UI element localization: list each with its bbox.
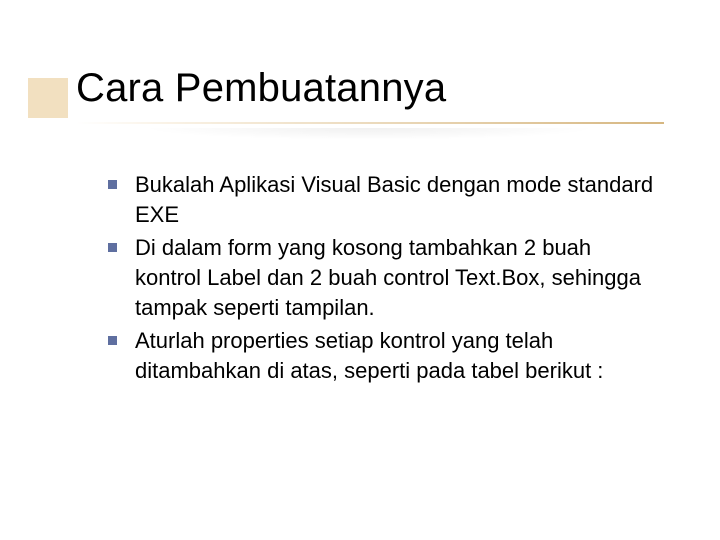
list-item-text: Bukalah Aplikasi Visual Basic dengan mod…	[135, 170, 656, 229]
slide-body: Bukalah Aplikasi Visual Basic dengan mod…	[108, 170, 656, 390]
title-underline	[76, 122, 664, 132]
list-item: Di dalam form yang kosong tambahkan 2 bu…	[108, 233, 656, 322]
square-bullet-icon	[108, 336, 117, 345]
square-bullet-icon	[108, 243, 117, 252]
list-item: Aturlah properties setiap kontrol yang t…	[108, 326, 656, 385]
list-item: Bukalah Aplikasi Visual Basic dengan mod…	[108, 170, 656, 229]
list-item-text: Di dalam form yang kosong tambahkan 2 bu…	[135, 233, 656, 322]
title-accent-block	[28, 78, 68, 118]
square-bullet-icon	[108, 180, 117, 189]
slide-title: Cara Pembuatannya	[76, 66, 446, 111]
list-item-text: Aturlah properties setiap kontrol yang t…	[135, 326, 656, 385]
